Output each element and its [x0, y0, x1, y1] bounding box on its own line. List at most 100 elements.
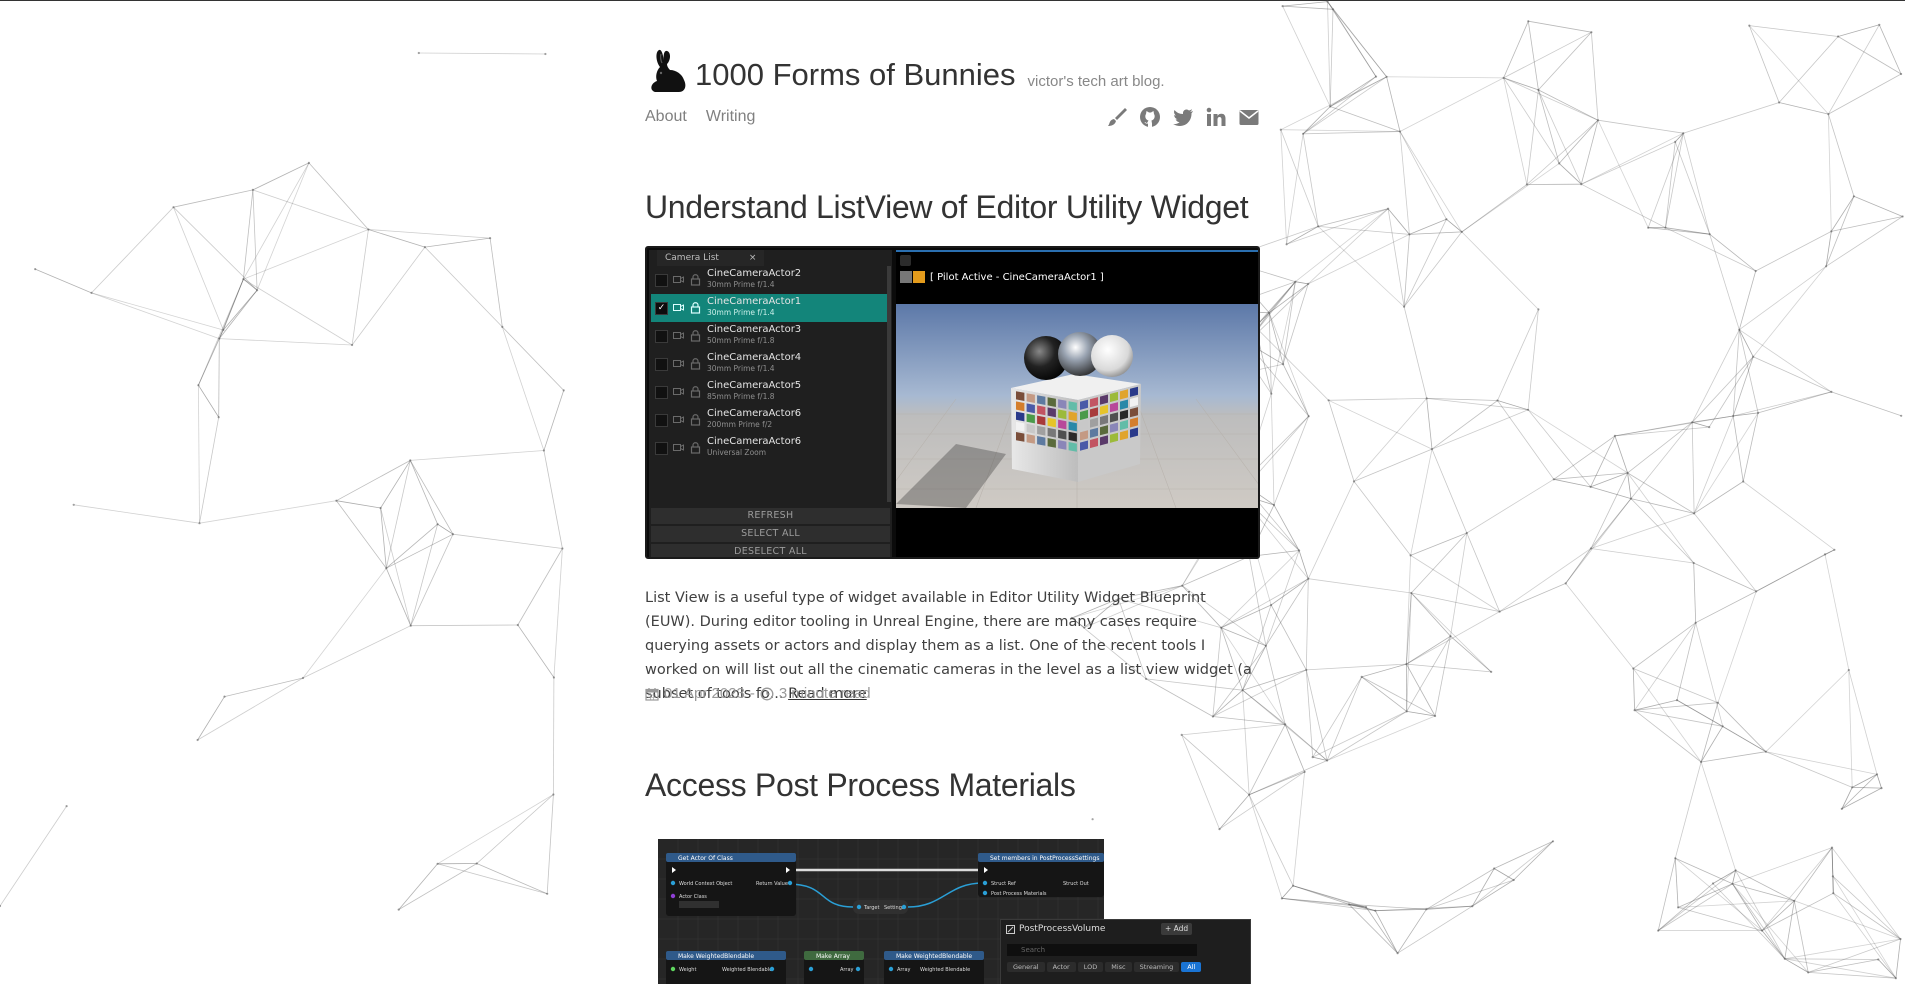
camera-list-item: CineCameraActor2 30mm Prime f/1.4	[651, 266, 887, 294]
pilot-active-label: [ Pilot Active - CineCameraActor1 ]	[900, 271, 1104, 283]
bunny-logo-icon[interactable]	[645, 48, 689, 94]
pin-label: Settings	[884, 905, 905, 911]
envelope-icon[interactable]	[1238, 106, 1260, 128]
brush-icon[interactable]	[1106, 106, 1128, 128]
camera-list-item: CineCameraActor4 30mm Prime f/1.4	[651, 350, 887, 378]
node-title: Get Actor Of Class	[678, 855, 733, 862]
pin-label: Actor Class	[679, 894, 707, 900]
camera-list-tab: Camera List ×	[657, 250, 765, 266]
tab-actor: Actor	[1046, 962, 1076, 972]
post-title-post-process[interactable]: Access Post Process Materials	[645, 767, 1076, 804]
lock-icon	[690, 386, 701, 398]
post-read-time: 3 minute read	[778, 685, 871, 702]
pin-label: Weighted Blendable	[722, 967, 772, 973]
site-tagline: victor's tech art blog.	[1027, 73, 1165, 90]
set-members-node: Set members in PostProcessSettings Struc…	[978, 853, 1104, 897]
github-icon[interactable]	[1139, 106, 1161, 128]
node-title: Make Array	[816, 953, 850, 960]
camera-lens: 200mm Prime f/2	[707, 420, 773, 429]
post-image-camera-list[interactable]: Camera List × CineCameraActor2 30mm Prime …	[645, 246, 1260, 559]
post-process-volume-panel: PostProcessVolume + Add Search General A…	[1000, 919, 1251, 984]
camera-name: CineCameraActor1	[707, 296, 802, 307]
camera-viewport: [ Pilot Active - CineCameraActor1 ]	[896, 250, 1258, 557]
post-meta: 01 Apr 2023 - 3 minute read	[645, 685, 871, 702]
camera-pilot-icon	[913, 271, 925, 283]
camera-icon	[673, 276, 684, 283]
node-title: Make WeightedBlendable	[896, 953, 972, 960]
tab-all: All	[1181, 962, 1202, 972]
viewport-menu-icon	[900, 255, 911, 266]
camera-icon	[673, 360, 684, 367]
site-title[interactable]: 1000 Forms of Bunnies	[695, 59, 1016, 94]
lock-icon	[690, 358, 701, 370]
camera-lens: Universal Zoom	[707, 448, 767, 457]
clock-icon	[760, 687, 774, 700]
camera-icon	[673, 388, 684, 395]
post-title-listview[interactable]: Understand ListView of Editor Utility Wi…	[645, 189, 1249, 226]
camera-list-scrollbar	[887, 266, 891, 502]
site-header: 1000 Forms of Bunnies victor's tech art …	[645, 44, 1165, 94]
checkbox	[655, 358, 668, 371]
camera-icon	[673, 304, 684, 311]
camera-name: CineCameraActor6	[707, 408, 802, 419]
make-weighted-blendable-node-2: Make WeightedBlendable Array Weighted Bl…	[884, 951, 984, 984]
checkbox	[655, 274, 668, 287]
camera-list-panel: Camera List × CineCameraActor2 30mm Prime …	[649, 250, 892, 557]
pin-label: Return Value	[756, 881, 788, 887]
camera-icon	[673, 416, 684, 423]
color-checker-cube-scene	[896, 304, 1258, 508]
lock-icon	[690, 274, 701, 286]
linkedin-icon[interactable]	[1205, 106, 1227, 128]
details-tabs: General Actor LOD Misc Streaming All	[1007, 962, 1202, 972]
camera-lens: 30mm Prime f/1.4	[707, 280, 775, 289]
tab-lod: LOD	[1077, 962, 1104, 972]
nav-link-writing[interactable]: Writing	[706, 108, 756, 125]
camera-lens: 30mm Prime f/1.4	[707, 308, 775, 317]
camera-list: CineCameraActor2 30mm Prime f/1.4 ✓ CineCam…	[651, 266, 887, 462]
nav-link-about[interactable]: About	[645, 108, 687, 125]
pin-label: Weight	[679, 967, 696, 973]
pin-label: Post Process Materials	[991, 891, 1047, 897]
camera-list-item: CineCameraActor6 200mm Prime f/2	[651, 406, 887, 434]
camera-lens: 50mm Prime f/1.8	[707, 336, 775, 345]
camera-icon	[673, 332, 684, 339]
select-all-button: SELECT ALL	[651, 526, 890, 542]
checkbox	[655, 386, 668, 399]
lock-icon	[690, 442, 701, 454]
details-search-field: Search	[1007, 944, 1197, 956]
deselect-all-button: DESELECT ALL	[651, 544, 890, 557]
pin-label: Weighted Blendable	[920, 967, 970, 973]
camera-list-item: ✓ CineCameraActor1 30mm Prime f/1.4	[651, 294, 887, 322]
make-array-node: Make Array Array	[804, 951, 864, 984]
tab-general: General	[1007, 962, 1045, 972]
tab-misc: Misc	[1105, 962, 1132, 972]
pin-label: Struct Out	[1063, 881, 1089, 887]
twitter-icon[interactable]	[1172, 106, 1194, 128]
viewport-actor-icon	[900, 271, 912, 283]
camera-name: CineCameraActor5	[707, 380, 802, 391]
viewport-top-bar	[896, 250, 1258, 252]
camera-list-tab-label: Camera List	[665, 253, 719, 263]
node-title: Make WeightedBlendable	[678, 953, 754, 960]
pin-label: Array	[840, 967, 854, 973]
pin-label: Array	[897, 967, 911, 973]
camera-name: CineCameraActor6	[707, 436, 802, 447]
camera-name: CineCameraActor4	[707, 352, 802, 363]
camera-list-item: CineCameraActor6 Universal Zoom	[651, 434, 887, 462]
camera-name: CineCameraActor2	[707, 268, 802, 279]
panel-title: PostProcessVolume	[1019, 924, 1106, 934]
post-date: 01 Apr 2023	[664, 685, 745, 702]
camera-icon	[673, 444, 684, 451]
camera-list-item: CineCameraActor5 85mm Prime f/1.8	[651, 378, 887, 406]
main-nav: About Writing	[645, 106, 1260, 130]
meta-separator: -	[749, 685, 755, 702]
camera-lens: 30mm Prime f/1.4	[707, 364, 775, 373]
tab-streaming: Streaming	[1133, 962, 1180, 972]
checkbox	[655, 330, 668, 343]
post-image-blueprint[interactable]: Get Actor Of Class World Context Object …	[658, 839, 1260, 984]
lock-icon	[690, 330, 701, 342]
camera-name: CineCameraActor3	[707, 324, 802, 335]
pin-label: Struct Ref	[991, 881, 1016, 887]
pilot-active-text: [ Pilot Active - CineCameraActor1 ]	[930, 271, 1104, 283]
checkbox	[655, 442, 668, 455]
